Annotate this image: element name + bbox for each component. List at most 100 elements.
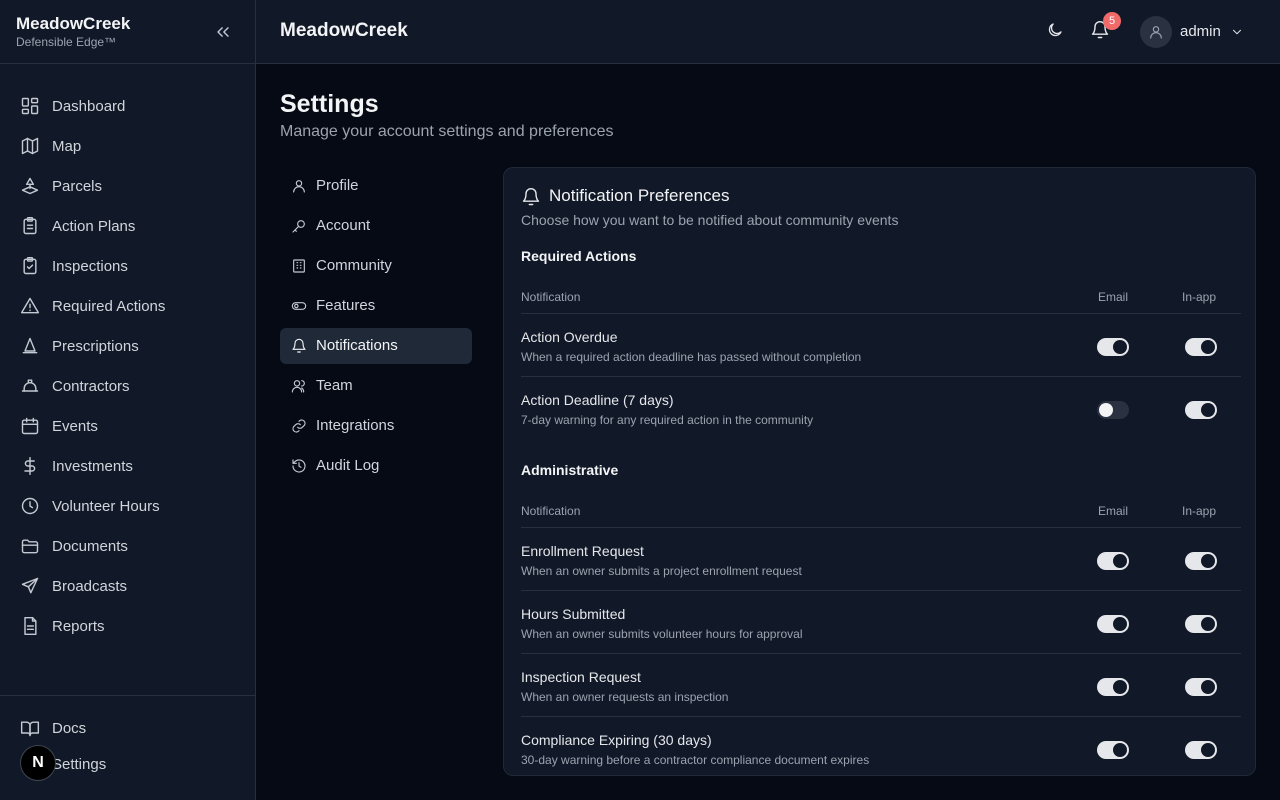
row-title: Hours Submitted [521,606,626,622]
row-description: When an owner submits a project enrollme… [521,564,802,578]
card-subtitle: Choose how you want to be notified about… [521,212,899,228]
email-toggle[interactable] [1097,678,1129,696]
row-title: Inspection Request [521,669,641,685]
sidebar-item-broadcasts[interactable]: Broadcasts [0,566,256,606]
sidebar-item-volunteer-hours[interactable]: Volunteer Hours [0,486,256,526]
clock-icon [21,497,39,515]
sidebar-item-prescriptions[interactable]: Prescriptions [0,326,256,366]
notification-count-badge: 5 [1103,12,1121,30]
sidebar-item-label: Events [52,417,98,435]
settings-tab-integrations[interactable]: Integrations [280,408,472,444]
sidebar-item-action-plans[interactable]: Action Plans [0,206,256,246]
settings-tab-label: Team [316,377,353,394]
settings-tab-profile[interactable]: Profile [280,168,472,204]
section-required-actions: Required Actions Notification Email In-a… [521,248,1241,440]
report-icon [24,616,37,636]
topbar: MeadowCreek 5 admin [256,0,1280,64]
sidebar-item-contractors[interactable]: Contractors [0,366,256,406]
column-email: Email [1098,504,1129,518]
email-toggle[interactable] [1097,741,1129,759]
folder-icon [21,539,39,554]
sidebar-item-label: Inspections [52,257,128,275]
sidebar-item-label: Investments [52,457,133,475]
sidebar-nav: Dashboard Map Parcels Action Plans Inspe… [0,86,256,646]
notification-row: Inspection Request When an owner request… [521,654,1241,717]
cone-icon [22,337,38,354]
parcels-icon [21,177,39,195]
row-title: Enrollment Request [521,543,644,559]
user-icon [1150,26,1162,39]
bell-icon [292,338,306,353]
sidebar-item-label: Contractors [52,377,130,395]
column-inapp: In-app [1182,290,1217,304]
toggle-knob [1201,340,1215,354]
inapp-toggle[interactable] [1185,401,1217,419]
user-menu[interactable]: admin [1140,16,1250,48]
toggle-knob [1113,617,1127,631]
inapp-toggle[interactable] [1185,741,1217,759]
toggle-knob [1201,554,1215,568]
theme-toggle-button[interactable] [1046,21,1068,43]
brand-tagline: Defensible Edge™ [16,35,117,49]
sidebar-item-parcels[interactable]: Parcels [0,166,256,206]
column-inapp: In-app [1182,504,1217,518]
dev-badge[interactable]: N [20,745,56,781]
settings-tab-label: Audit Log [316,457,380,474]
user-icon [293,180,305,193]
settings-tab-community[interactable]: Community [280,248,472,284]
email-toggle[interactable] [1097,552,1129,570]
sidebar-item-label: Map [52,137,82,155]
email-toggle[interactable] [1097,615,1129,633]
row-description: When a required action deadline has pass… [521,350,862,364]
sidebar-item-map[interactable]: Map [0,126,256,166]
brand-name: MeadowCreek [16,14,131,33]
settings-tab-label: Features [316,297,376,314]
sidebar-item-inspections[interactable]: Inspections [0,246,256,286]
sidebar-item-dashboard[interactable]: Dashboard [0,86,256,126]
calendar-icon [21,417,39,435]
link-icon [292,419,306,433]
settings-tab-account[interactable]: Account [280,208,472,244]
inapp-toggle[interactable] [1185,338,1217,356]
sidebar-item-docs[interactable]: Docs [0,710,256,746]
collapse-sidebar-button[interactable] [213,22,233,42]
users-icon [291,380,305,393]
sidebar-item-documents[interactable]: Documents [0,526,256,566]
sidebar-item-label: Parcels [52,177,103,195]
sidebar-item-required-actions[interactable]: Required Actions [0,286,256,326]
section-administrative: Administrative Notification Email In-app… [521,462,1241,775]
sidebar-item-label: Docs [52,719,87,737]
settings-tab-team[interactable]: Team [280,368,472,404]
toggle-icon [291,302,307,310]
sidebar-item-events[interactable]: Events [0,406,256,446]
inapp-toggle[interactable] [1185,678,1217,696]
settings-tab-label: Account [316,217,371,234]
sidebar-item-investments[interactable]: Investments [0,446,256,486]
email-toggle[interactable] [1097,338,1129,356]
topbar-title: MeadowCreek [280,20,408,41]
email-toggle[interactable] [1097,401,1129,419]
settings-tab-features[interactable]: Features [280,288,472,324]
notification-row: Enrollment Request When an owner submits… [521,528,1241,591]
column-notification: Notification [521,290,581,304]
book-icon [20,721,40,737]
inapp-toggle[interactable] [1185,615,1217,633]
sidebar-item-reports[interactable]: Reports [0,606,256,646]
notification-row: Hours Submitted When an owner submits vo… [521,591,1241,654]
toggle-knob [1201,403,1215,417]
settings-tab-notifications[interactable]: Notifications [280,328,472,364]
settings-tab-label: Profile [316,177,359,194]
toggle-knob [1201,617,1215,631]
user-name: admin [1180,23,1221,40]
toggle-knob [1201,743,1215,757]
sidebar-item-label: Action Plans [52,217,136,235]
key-icon [292,220,305,233]
sidebar-item-label: Volunteer Hours [52,497,160,515]
settings-tab-audit-log[interactable]: Audit Log [280,448,472,484]
row-description: 30-day warning before a contractor compl… [521,753,870,767]
settings-tab-label: Community [316,257,392,274]
toggle-knob [1099,403,1113,417]
inapp-toggle[interactable] [1185,552,1217,570]
chevrons-left-icon [217,27,229,37]
brand: MeadowCreek Defensible Edge™ [16,14,130,49]
